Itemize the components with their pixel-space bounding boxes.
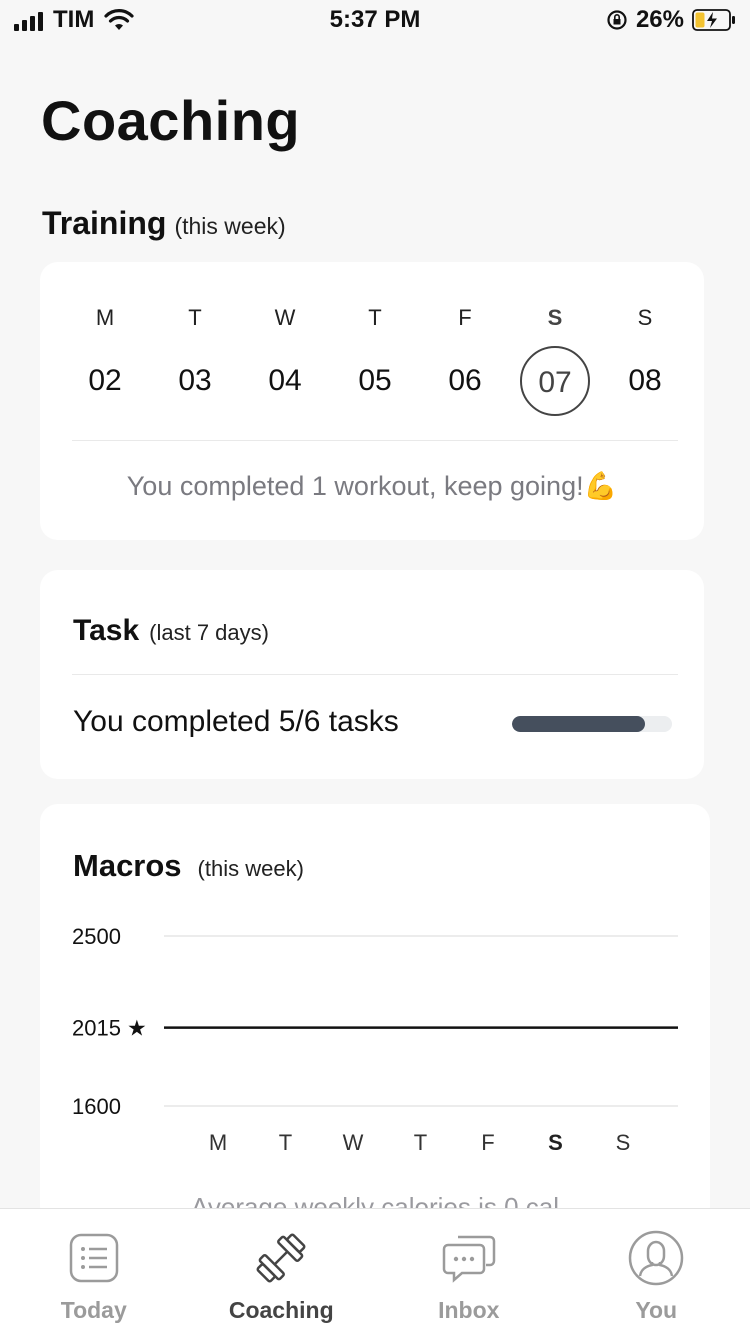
battery-percent: 26% xyxy=(636,6,684,34)
tab-label: Coaching xyxy=(188,1297,376,1324)
target-value-label: 2015 ★ xyxy=(72,1016,147,1041)
day-wed[interactable]: W 04 xyxy=(240,302,330,416)
week-strip: M 02 T 03 W 04 T 05 F 06 S 07 S 08 xyxy=(60,302,690,416)
x-tick-label: S xyxy=(616,1130,631,1155)
day-number: 04 xyxy=(250,346,320,416)
day-name: M xyxy=(60,302,150,334)
x-tick-label: T xyxy=(414,1130,427,1155)
divider xyxy=(72,674,678,675)
task-progress-bar xyxy=(512,716,672,732)
y-tick-label: 1600 xyxy=(72,1094,121,1119)
x-tick-label: W xyxy=(343,1130,364,1155)
day-mon[interactable]: M 02 xyxy=(60,302,150,416)
task-card[interactable]: Task (last 7 days) You completed 5/6 tas… xyxy=(40,570,704,779)
list-icon xyxy=(65,1229,123,1287)
day-number: 03 xyxy=(160,346,230,416)
x-tick-label: F xyxy=(481,1130,494,1155)
training-message: You completed 1 workout, keep going!💪 xyxy=(40,470,704,502)
orientation-lock-icon xyxy=(606,9,628,31)
tab-label: Inbox xyxy=(375,1297,563,1324)
day-fri[interactable]: F 06 xyxy=(420,302,510,416)
task-message: You completed 5/6 tasks xyxy=(73,705,399,739)
task-subtitle: (last 7 days) xyxy=(149,620,269,646)
day-name: W xyxy=(240,302,330,334)
divider xyxy=(72,440,678,441)
day-number-selected: 07 xyxy=(520,346,590,416)
day-name: T xyxy=(330,302,420,334)
chat-icon xyxy=(440,1229,498,1287)
macros-chart: 2500 2015 ★ 1600 M T W T F S S xyxy=(40,804,710,1184)
day-name: T xyxy=(150,302,240,334)
tab-label: Today xyxy=(0,1297,188,1324)
task-progress-fill xyxy=(512,716,645,732)
day-tue[interactable]: T 03 xyxy=(150,302,240,416)
x-tick-label: T xyxy=(279,1130,292,1155)
day-number: 06 xyxy=(430,346,500,416)
day-sat-selected[interactable]: S 07 xyxy=(510,302,600,416)
x-tick-label: M xyxy=(209,1130,227,1155)
status-bar: TIM 5:37 PM 26% xyxy=(0,0,750,42)
tab-coaching[interactable]: Coaching xyxy=(188,1209,376,1335)
day-name: F xyxy=(420,302,510,334)
day-number: 05 xyxy=(340,346,410,416)
dumbbell-icon xyxy=(252,1229,310,1287)
tab-label: You xyxy=(563,1297,750,1324)
day-number: 02 xyxy=(70,346,140,416)
day-thu[interactable]: T 05 xyxy=(330,302,420,416)
day-number: 08 xyxy=(610,346,680,416)
day-name: S xyxy=(510,302,600,334)
page-title: Coaching xyxy=(41,88,300,153)
profile-icon xyxy=(627,1229,685,1287)
day-sun[interactable]: S 08 xyxy=(600,302,690,416)
tab-inbox[interactable]: Inbox xyxy=(375,1209,563,1335)
training-card[interactable]: M 02 T 03 W 04 T 05 F 06 S 07 S 08 You c… xyxy=(40,262,704,540)
tab-bar: Today Coaching Inbox You xyxy=(0,1208,750,1335)
tab-today[interactable]: Today xyxy=(0,1209,188,1335)
macros-card[interactable]: Macros (this week) 25002015 ★1600MTWTFSS… xyxy=(40,804,710,1224)
tab-you[interactable]: You xyxy=(563,1209,750,1335)
y-tick-label: 2500 xyxy=(72,924,121,949)
battery-charging-icon xyxy=(692,9,736,31)
training-title: Training xyxy=(42,205,166,242)
task-header: Task (last 7 days) xyxy=(73,614,269,648)
training-subtitle: (this week) xyxy=(174,213,285,240)
day-name: S xyxy=(600,302,690,334)
training-header: Training (this week) xyxy=(42,205,286,242)
x-tick-label: S xyxy=(548,1130,563,1155)
task-title: Task xyxy=(73,614,139,648)
